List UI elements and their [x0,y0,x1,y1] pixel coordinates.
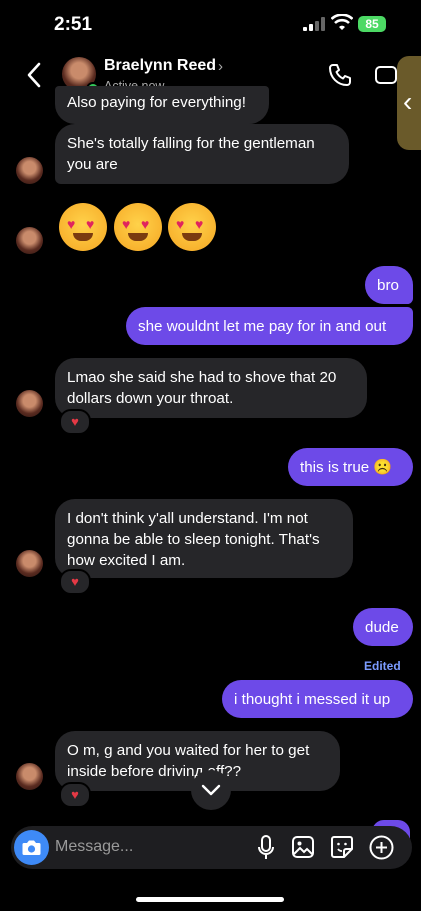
message-text: Also paying for everything! [67,94,246,111]
heart-reaction-icon[interactable]: ♥ [59,409,91,435]
avatar[interactable] [16,227,43,254]
home-indicator [136,897,284,902]
heart-reaction-icon[interactable]: ♥ [59,782,91,808]
heart-eyes-emoji[interactable]: ♥ ♥ [114,203,162,251]
chevron-right-icon[interactable]: › [218,58,223,75]
message-text: Lmao she said she had to shove that 20 d… [67,369,337,407]
back-chevron-icon[interactable] [26,62,42,88]
avatar[interactable] [16,763,43,790]
message-text: She's totally falling for the gentleman … [67,135,315,173]
battery-icon: 85 [358,16,386,32]
message-input[interactable]: Message... [55,838,133,856]
contact-name[interactable]: Braelynn Reed [104,57,216,75]
message-outgoing[interactable]: bro [365,266,413,304]
camera-icon [22,840,41,855]
heart-reaction-icon[interactable]: ♥ [59,569,91,595]
message-incoming[interactable]: She's totally falling for the gentleman … [55,124,349,184]
message-outgoing[interactable]: dude [353,608,413,646]
phone-call-icon[interactable] [328,63,352,87]
side-panel-tab[interactable]: ‹ [397,56,421,150]
scroll-to-bottom-button[interactable] [191,770,231,810]
wifi-icon [331,14,353,30]
chevron-down-icon [201,784,221,796]
message-outgoing[interactable]: this is true ☹️ [288,448,413,486]
message-outgoing[interactable]: she wouldnt let me pay for in and out [126,307,413,345]
sticker-icon[interactable] [330,835,354,859]
gallery-icon[interactable] [291,835,315,859]
message-incoming[interactable]: I don't think y'all understand. I'm not … [55,499,353,578]
message-text: this is true ☹️ [300,459,393,476]
camera-button[interactable] [14,830,49,865]
message-text: O m, g and you waited for her to get ins… [67,742,310,780]
message-text: i thought i messed it up [234,691,391,708]
add-icon[interactable] [369,835,394,860]
message-text: bro [377,277,399,294]
cellular-signal-icon [303,17,325,31]
message-outgoing[interactable]: i thought i messed it up [222,680,413,718]
heart-eyes-emoji[interactable]: ♥ ♥ [59,203,107,251]
status-time: 2:51 [54,14,93,35]
chevron-left-icon: ‹ [403,86,413,117]
microphone-icon[interactable] [257,835,275,861]
message-text: she wouldnt let me pay for in and out [138,318,387,335]
avatar[interactable] [16,157,43,184]
message-text: I don't think y'all understand. I'm not … [67,510,320,569]
status-bar: 2:51 85 [0,0,421,48]
message-incoming[interactable]: Also paying for everything! [55,86,269,124]
video-call-icon[interactable] [375,64,397,86]
heart-eyes-emoji[interactable]: ♥ ♥ [168,203,216,251]
message-composer: Message... [11,826,412,869]
message-text: dude [365,619,399,636]
edited-label: Edited [364,659,401,673]
avatar[interactable] [16,550,43,577]
avatar[interactable] [16,390,43,417]
message-incoming[interactable]: Lmao she said she had to shove that 20 d… [55,358,367,418]
